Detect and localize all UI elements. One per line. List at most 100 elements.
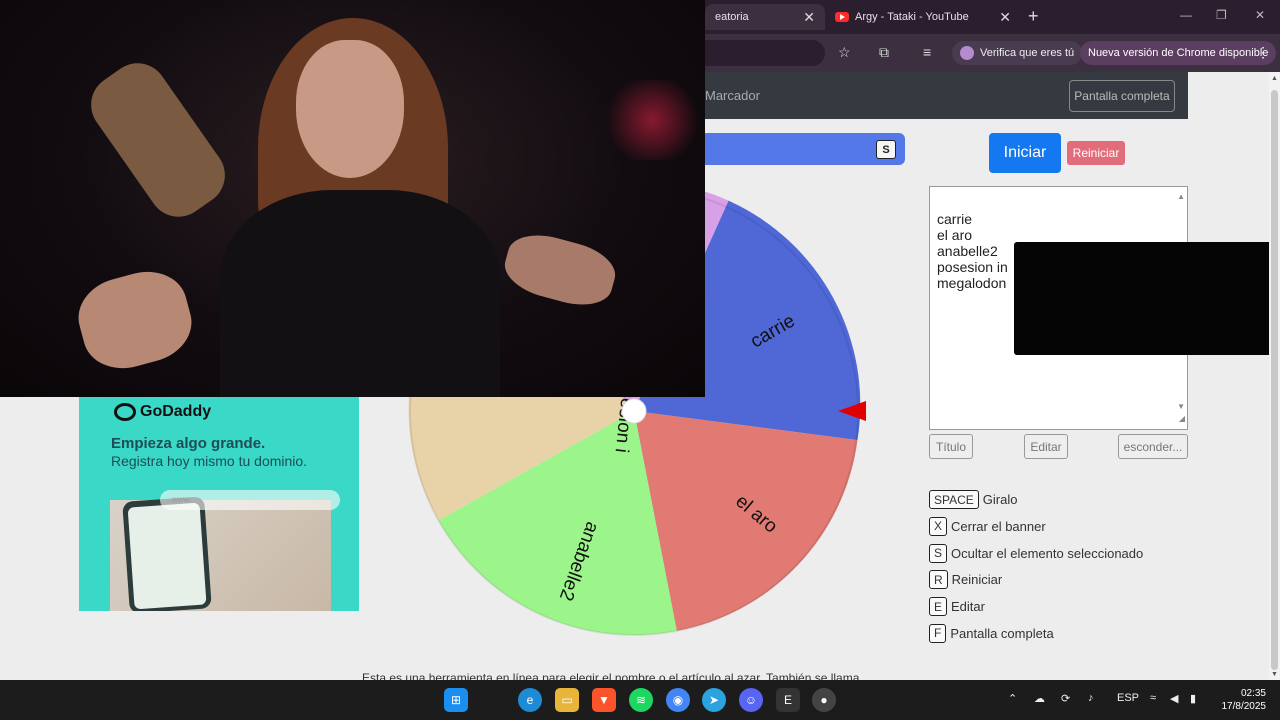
- file-explorer-icon[interactable]: ▭: [555, 688, 579, 712]
- shortcut-row: R Reiniciar: [929, 569, 1143, 590]
- page-scrollbar[interactable]: ▲ ▼: [1269, 72, 1280, 680]
- hide-button[interactable]: esconder...: [1118, 434, 1188, 459]
- verify-label: Verifica que eres tú: [980, 47, 1075, 59]
- resize-grip-icon[interactable]: ◢: [1179, 411, 1185, 427]
- black-overlay-panel: [1014, 242, 1280, 355]
- title-button[interactable]: Título: [929, 434, 973, 459]
- microphone-icon[interactable]: ♪: [1088, 692, 1094, 704]
- webcam-overlay: [0, 0, 705, 397]
- cloud-icon[interactable]: ☁: [1034, 692, 1045, 705]
- reset-button[interactable]: Reiniciar: [1067, 141, 1125, 165]
- discord-icon[interactable]: ☺: [739, 688, 763, 712]
- shortcut-label: Ocultar el elemento seleccionado: [951, 545, 1144, 561]
- shortcut-row: E Editar: [929, 596, 1143, 617]
- tab-wheel[interactable]: eatoria ✕: [705, 4, 825, 30]
- wheel-segment-el-aro: [634, 411, 858, 631]
- language-indicator[interactable]: ESP: [1117, 692, 1139, 704]
- site-navbar: Marcador Pantalla completa: [705, 72, 1188, 119]
- wheel-pointer-icon: [838, 401, 866, 421]
- entry-line: carrie: [937, 211, 973, 227]
- start-button[interactable]: Iniciar: [989, 133, 1061, 173]
- streamer-hand-left: [70, 262, 200, 378]
- scroll-up-icon[interactable]: ▲: [1271, 75, 1278, 82]
- tab-title: eatoria: [715, 11, 749, 23]
- streamer-body: [220, 190, 500, 397]
- wheel-segment-anabelle2: [438, 411, 677, 636]
- shortcut-key: S: [929, 543, 948, 563]
- entry-line: el aro: [937, 227, 973, 243]
- shortcut-row: S Ocultar el elemento seleccionado: [929, 543, 1143, 564]
- scroll-down-icon[interactable]: ▼: [1271, 671, 1278, 678]
- obs-icon[interactable]: ●: [812, 688, 836, 712]
- shortcut-row: F Pantalla completa: [929, 623, 1143, 644]
- taskbar-clock[interactable]: 02:35 17/8/2025: [1210, 687, 1267, 713]
- scroll-up-icon[interactable]: ▲: [1177, 189, 1185, 205]
- edit-button[interactable]: Editar: [1024, 434, 1068, 459]
- microphone-image: [79, 51, 237, 229]
- telegram-icon[interactable]: ➤: [702, 688, 726, 712]
- chrome-icon[interactable]: ◉: [666, 688, 690, 712]
- ad-subline: Registra hoy mismo tu dominio.: [111, 453, 308, 469]
- streamer-face: [296, 40, 404, 178]
- tab-youtube[interactable]: Argy - Tataki - YouTube ✕: [825, 4, 1021, 30]
- minimize-icon[interactable]: —: [1180, 8, 1192, 22]
- tray-overflow-icon[interactable]: ⌃: [1008, 692, 1017, 705]
- extensions-icon[interactable]: ⧉: [879, 44, 889, 61]
- ad-search-bar: www.: [160, 490, 340, 510]
- wheel-title-bar: S: [705, 133, 905, 165]
- shortcut-key: SPACE: [929, 490, 979, 509]
- edge-icon[interactable]: e: [518, 688, 542, 712]
- windows-taskbar: ⊞ e ▭ ▼ ≋ ◉ ➤ ☺ E ● ⌃ ☁ ⟳ ♪ ESP ≈ ◀ ▮: [0, 680, 1280, 720]
- clock-date: 17/8/2025: [1221, 701, 1267, 712]
- verify-chip[interactable]: Verifica que eres tú: [952, 41, 1083, 65]
- nav-link-marcador[interactable]: Marcador: [705, 88, 760, 103]
- shortcut-label: Pantalla completa: [950, 625, 1054, 641]
- epic-games-icon[interactable]: E: [776, 688, 800, 712]
- wheel-label-el-aro: el aro: [731, 491, 781, 538]
- shortcut-label: Editar: [951, 599, 985, 615]
- shortcut-list: SPACE Giralo X Cerrar el banner S Oculta…: [929, 489, 1143, 650]
- sync-icon[interactable]: ⟳: [1061, 692, 1070, 705]
- wheel-center-hub: [621, 398, 647, 424]
- godaddy-logo-icon: [114, 403, 136, 421]
- shortcut-key: X: [929, 516, 948, 536]
- browser-menu-icon[interactable]: ⋮: [1256, 44, 1270, 61]
- shortcut-key: R: [929, 570, 948, 590]
- update-label: Nueva versión de Chrome disponible: [1088, 47, 1269, 59]
- brave-icon[interactable]: ▼: [592, 688, 616, 712]
- ad-brand: GoDaddy: [140, 403, 212, 420]
- fullscreen-button[interactable]: Pantalla completa: [1069, 80, 1175, 112]
- shortcut-key: E: [929, 597, 948, 617]
- shortcut-label: Cerrar el banner: [951, 518, 1046, 534]
- volume-icon[interactable]: ◀: [1170, 692, 1178, 705]
- profile-avatar: [960, 46, 974, 60]
- update-chrome-chip[interactable]: Nueva versión de Chrome disponible: [1080, 41, 1277, 65]
- new-tab-icon[interactable]: +: [1028, 6, 1039, 27]
- hide-shortcut-key: S: [876, 140, 896, 159]
- streamer-hand-right: [499, 226, 621, 314]
- description-text: Esta es una herramienta en línea para el…: [362, 672, 860, 680]
- clock-time: 02:35: [1240, 688, 1266, 699]
- window-close-icon[interactable]: ✕: [1255, 8, 1265, 22]
- godaddy-ad-banner[interactable]: GoDaddy Empieza algo grande. Registra ho…: [79, 397, 359, 611]
- tab-title: Argy - Tataki - YouTube: [855, 11, 969, 23]
- maximize-icon[interactable]: ❐: [1216, 8, 1227, 22]
- bookmark-star-icon[interactable]: ☆: [838, 44, 851, 61]
- windows-start-icon[interactable]: ⊞: [444, 688, 468, 712]
- spotify-icon[interactable]: ≋: [629, 688, 653, 712]
- battery-icon[interactable]: ▮: [1190, 692, 1196, 705]
- shortcut-label: Giralo: [982, 492, 1018, 507]
- tab-close-icon[interactable]: ✕: [999, 9, 1011, 26]
- wheel-label-anabelle2: anabelle2: [555, 519, 603, 604]
- media-control-icon[interactable]: ≡: [923, 44, 931, 60]
- scrollbar-thumb[interactable]: [1271, 90, 1278, 670]
- godaddy-logo: GoDaddy: [114, 403, 211, 421]
- wheel-label-carrie: carrie: [747, 310, 799, 352]
- phone-image: [122, 496, 212, 611]
- shortcut-key: F: [929, 623, 947, 643]
- tab-close-icon[interactable]: ✕: [803, 9, 815, 26]
- wifi-icon[interactable]: ≈: [1150, 692, 1156, 704]
- address-bar[interactable]: [705, 40, 825, 66]
- youtube-icon: [835, 12, 849, 22]
- shortcut-row: SPACE Giralo: [929, 489, 1143, 510]
